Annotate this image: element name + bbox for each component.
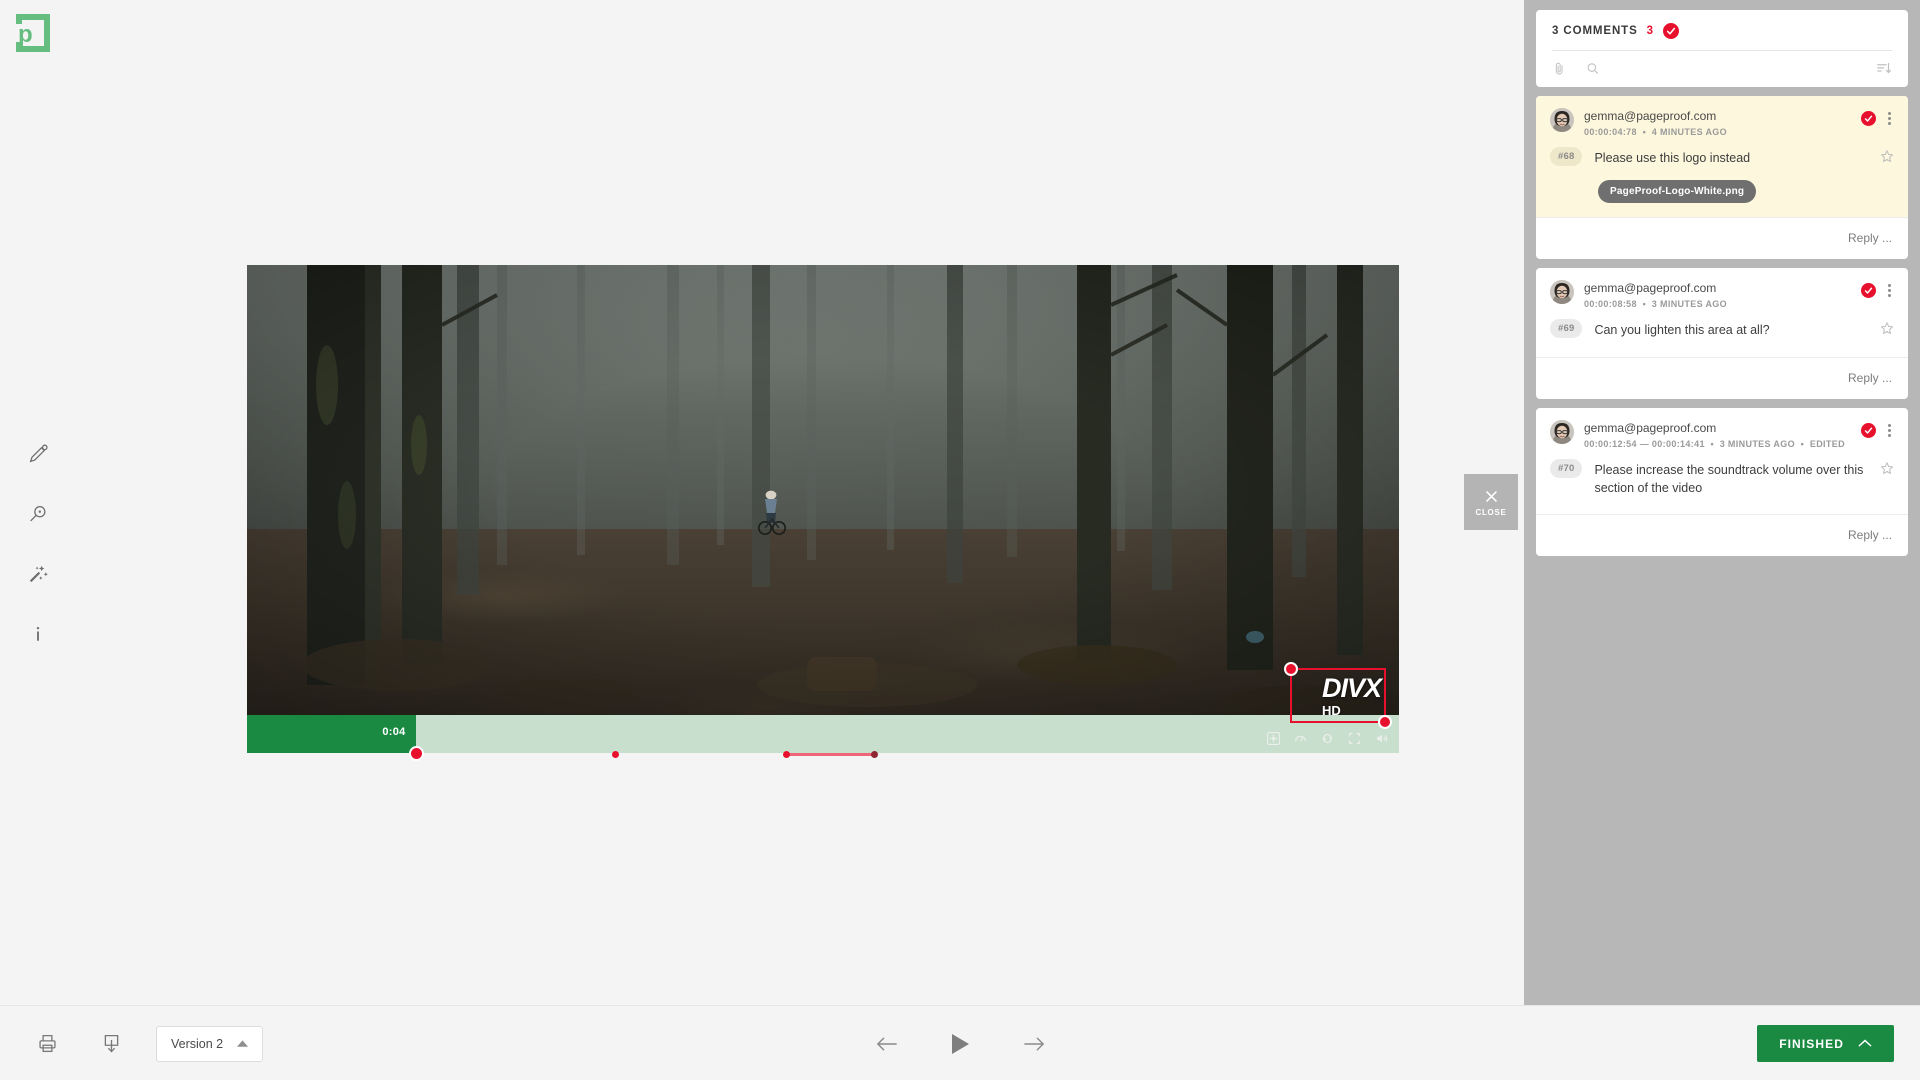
avatar — [1550, 420, 1574, 444]
comment-text: Please use this logo instead — [1594, 151, 1751, 165]
comment-reply-row[interactable]: Reply ... — [1536, 514, 1908, 556]
comment-card[interactable]: gemma@pageproof.com 00:00:12:54 — 00:00:… — [1536, 408, 1908, 557]
divx-watermark: DIVX HD — [1321, 673, 1382, 718]
comment-body: gemma@pageproof.com 00:00:12:54 — 00:00:… — [1536, 408, 1908, 514]
comment-star-icon[interactable] — [1880, 147, 1894, 168]
reply-link[interactable]: Reply ... — [1848, 528, 1892, 542]
timeline-marker[interactable] — [612, 751, 620, 758]
resolved-count: 3 — [1646, 25, 1654, 37]
divx-watermark-line1: DIVX — [1321, 673, 1382, 703]
close-icon — [1485, 490, 1497, 502]
avatar — [1550, 108, 1574, 132]
timeline-marker-end[interactable] — [871, 751, 879, 758]
avatar — [1550, 280, 1574, 304]
comment-attachment-row: PageProof-Logo-White.png — [1550, 171, 1894, 217]
comment-meta: 00:00:08:58 • 3 MINUTES AGO — [1584, 299, 1728, 309]
loop-icon[interactable] — [1321, 732, 1334, 745]
comment-number: #70 — [1550, 459, 1583, 478]
comment-author: gemma@pageproof.com — [1584, 281, 1717, 295]
comment-number: #68 — [1550, 147, 1583, 166]
reply-link[interactable]: Reply ... — [1848, 231, 1892, 245]
comment-author: gemma@pageproof.com — [1584, 421, 1717, 435]
pageproof-video-proof-app: p DIVX HD 0:04 CLOSE 3 COMMENTS 3 gemma@… — [0, 0, 1920, 1080]
scrubber-time-label: 0:04 — [382, 726, 406, 738]
video-frame[interactable]: DIVX HD 0:04 — [247, 265, 1399, 753]
timeline-range-marker[interactable] — [786, 753, 875, 756]
previous-button[interactable] — [870, 1028, 902, 1060]
close-panel-label: CLOSE — [1475, 507, 1507, 517]
comment-star-icon[interactable] — [1880, 319, 1894, 340]
mountain-biker — [757, 491, 786, 536]
player-controls — [1267, 732, 1389, 745]
comments-count-title: 3 COMMENTS — [1552, 25, 1638, 37]
search-icon[interactable] — [1585, 61, 1600, 76]
comment-resolved-check-icon[interactable] — [1861, 111, 1876, 126]
settings-icon[interactable] — [1267, 732, 1280, 745]
comment-meta: 00:00:04:78 • 4 MINUTES AGO — [1584, 127, 1728, 137]
scrubber-playhead[interactable] — [409, 746, 425, 761]
comment-star-icon[interactable] — [1880, 459, 1894, 480]
comment-reply-row[interactable]: Reply ... — [1536, 217, 1908, 259]
comments-panel: 3 COMMENTS 3 gemma@pageproof.com 00:00:0… — [1524, 0, 1920, 1005]
volume-icon[interactable] — [1375, 732, 1389, 745]
video-still-forest-scene: DIVX HD — [247, 265, 1399, 753]
sort-descending-icon[interactable] — [1875, 61, 1892, 76]
resolved-check-icon — [1662, 23, 1679, 39]
attachment-chip[interactable]: PageProof-Logo-White.png — [1598, 180, 1757, 203]
comment-reply-row[interactable]: Reply ... — [1536, 357, 1908, 399]
comment-more-menu-icon[interactable] — [1885, 110, 1894, 127]
comments-header-card: 3 COMMENTS 3 — [1536, 10, 1908, 87]
reply-link[interactable]: Reply ... — [1848, 371, 1892, 385]
comment-card[interactable]: gemma@pageproof.com 00:00:04:78 • 4 MINU… — [1536, 96, 1908, 259]
next-button[interactable] — [1018, 1028, 1050, 1060]
close-panel-button[interactable]: CLOSE — [1464, 474, 1518, 530]
comments-list: gemma@pageproof.com 00:00:04:78 • 4 MINU… — [1536, 96, 1908, 557]
finished-button[interactable]: FINISHED — [1757, 1025, 1894, 1062]
timeline-marker[interactable] — [782, 751, 790, 758]
comment-author: gemma@pageproof.com — [1584, 109, 1717, 123]
comment-spacer — [1550, 500, 1894, 514]
comment-body: gemma@pageproof.com 00:00:08:58 • 3 MINU… — [1536, 268, 1908, 357]
comment-text: Please increase the soundtrack volume ov… — [1594, 463, 1864, 496]
comment-more-menu-icon[interactable] — [1885, 282, 1894, 299]
scene-trees — [302, 265, 1397, 725]
comment-text: Can you lighten this area at all? — [1594, 323, 1770, 337]
comment-more-menu-icon[interactable] — [1885, 422, 1894, 439]
attachment-icon[interactable] — [1552, 61, 1567, 76]
comment-card[interactable]: gemma@pageproof.com 00:00:08:58 • 3 MINU… — [1536, 268, 1908, 399]
chevron-up-icon — [1858, 1039, 1872, 1047]
comment-spacer — [1550, 343, 1894, 357]
comment-meta: 00:00:12:54 — 00:00:14:41 • 3 MINUTES AG… — [1584, 439, 1845, 449]
comment-body: gemma@pageproof.com 00:00:04:78 • 4 MINU… — [1536, 96, 1908, 217]
play-button[interactable] — [944, 1028, 976, 1060]
finished-label: FINISHED — [1779, 1036, 1844, 1051]
bottom-toolbar: Version 2 FINISHED — [0, 1005, 1920, 1080]
fullscreen-icon[interactable] — [1348, 732, 1361, 745]
video-stage: DIVX HD 0:04 CLOSE — [0, 0, 1524, 1005]
comment-resolved-check-icon[interactable] — [1861, 423, 1876, 438]
speed-icon[interactable] — [1294, 732, 1307, 745]
comment-resolved-check-icon[interactable] — [1861, 283, 1876, 298]
video-player: DIVX HD 0:04 — [247, 265, 1399, 761]
comment-number: #69 — [1550, 319, 1583, 338]
